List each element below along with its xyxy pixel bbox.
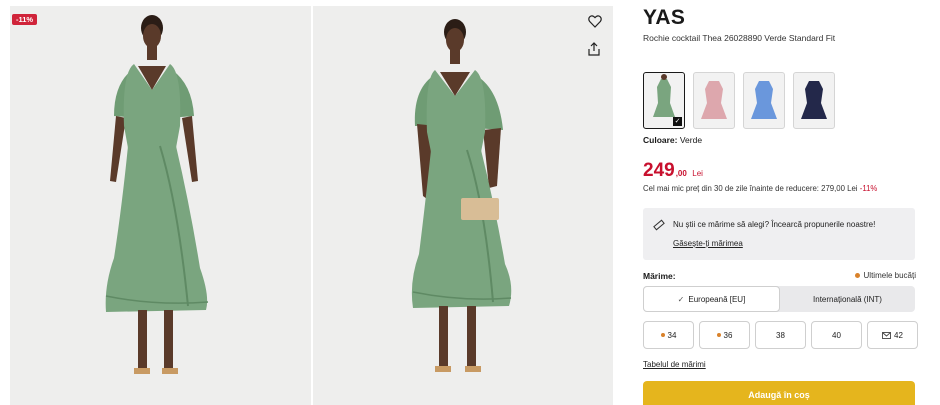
last-items-text: Ultimele bucăți (863, 271, 916, 280)
size-34[interactable]: 34 (643, 321, 694, 349)
color-swatches: ✓ (643, 72, 835, 129)
find-size-link[interactable]: Găsește-ți mărimea (673, 239, 743, 248)
low-stock-dot-icon (716, 333, 721, 337)
size-table-link[interactable]: Tabelul de mărimi (643, 360, 706, 369)
check-icon: ✓ (673, 117, 682, 126)
color-label: Culoare: (643, 135, 678, 145)
swatch-albastru[interactable] (743, 72, 785, 129)
check-icon: ✓ (677, 294, 685, 304)
size-36-label: 36 (723, 330, 733, 340)
heart-icon[interactable] (588, 15, 606, 33)
price-integer: 249 (643, 160, 675, 181)
price-decimals: ,00 (675, 169, 687, 178)
size-38-label: 38 (776, 330, 785, 340)
discount-badge: -11% (12, 14, 38, 25)
brand-name[interactable]: YAS (643, 6, 685, 30)
toggle-eu-label: Europeană [EU] (688, 294, 746, 304)
size-40[interactable]: 40 (811, 321, 862, 349)
size-advisor-box: Nu știi ce mărime să alegi? Încearcă pro… (643, 208, 915, 260)
swatch-roz[interactable] (693, 72, 735, 129)
product-photo-front[interactable]: -11% (10, 6, 311, 405)
toggle-int-label: Internațională (INT) (813, 294, 882, 304)
ruler-icon (653, 219, 665, 231)
add-to-cart-button[interactable]: Adaugă în coș (643, 381, 915, 405)
size-advisor-question: Nu știi ce mărime să alegi? Încearcă pro… (673, 220, 876, 229)
size-42-label: 42 (894, 330, 903, 340)
lowest-price-info: Cel mai mic preț din 30 de zile înainte … (643, 184, 877, 193)
product-photo-side[interactable] (313, 6, 613, 405)
size-38[interactable]: 38 (755, 321, 806, 349)
color-value: Verde (679, 135, 703, 145)
lowest-price-percent: -11% (859, 184, 878, 193)
product-gallery: -11% (10, 6, 613, 405)
swatch-verde[interactable]: ✓ (643, 72, 685, 129)
price-currency: Lei (692, 169, 703, 178)
swatch-bleumarin[interactable] (793, 72, 835, 129)
selected-color: Culoare: Verde (643, 135, 702, 145)
low-stock-dot-icon (660, 333, 665, 337)
lowest-price-text: Cel mai mic preț din 30 de zile înainte … (643, 184, 858, 193)
product-title: Rochie cocktail Thea 26028890 Verde Stan… (643, 33, 836, 43)
size-34-label: 34 (667, 330, 677, 340)
last-items-indicator: Ultimele bucăți (854, 271, 916, 280)
price: 249,00 Lei (643, 160, 703, 182)
size-system-toggle: ✓ Europeană [EU] Internațională (INT) (643, 286, 915, 312)
size-label: Mărime: (643, 271, 676, 281)
toggle-eu[interactable]: ✓ Europeană [EU] (643, 286, 780, 312)
size-options: 34 36 38 40 42 (643, 321, 918, 349)
size-42[interactable]: 42 (867, 321, 918, 349)
size-40-label: 40 (832, 330, 841, 340)
share-icon[interactable] (588, 42, 606, 60)
last-items-dot-icon (854, 273, 860, 279)
toggle-int[interactable]: Internațională (INT) (780, 286, 915, 312)
size-36[interactable]: 36 (699, 321, 750, 349)
mail-icon (882, 331, 891, 339)
